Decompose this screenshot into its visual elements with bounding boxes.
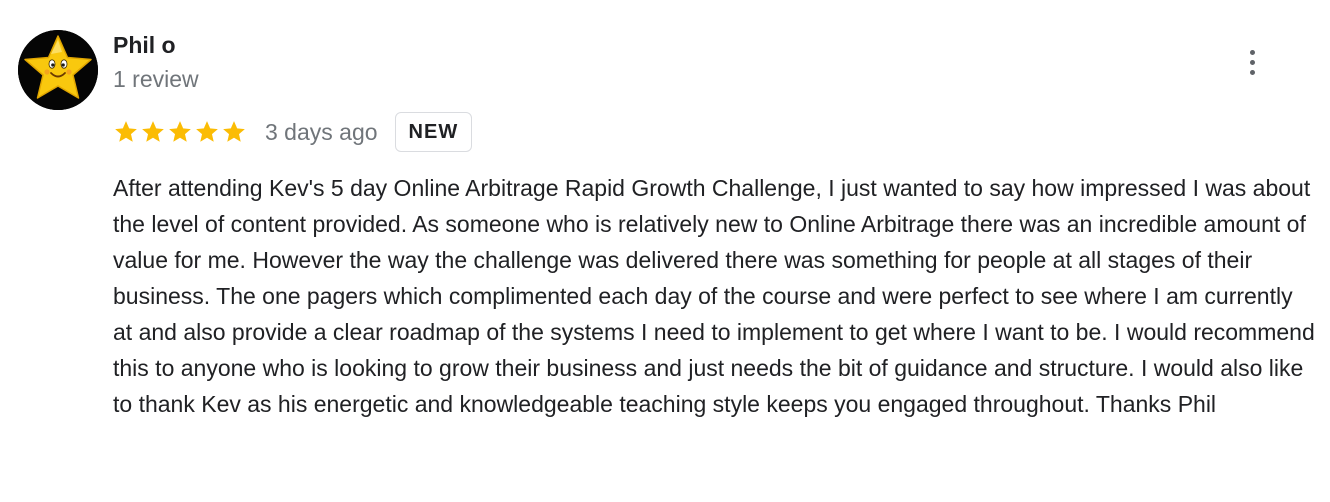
review-date: 3 days ago <box>265 119 378 145</box>
star-cartoon-icon <box>18 30 98 110</box>
avatar[interactable] <box>18 30 98 110</box>
more-vert-icon <box>1249 49 1255 55</box>
star-icon <box>142 121 164 142</box>
reviewer-name[interactable]: Phil o <box>113 30 176 60</box>
review-card: Phil o 1 review 3 days ago NEW After att… <box>0 0 1330 502</box>
new-badge: NEW <box>394 112 473 152</box>
review-text: After attending Kev's 5 day Online Arbit… <box>113 175 1315 417</box>
star-rating <box>113 119 247 145</box>
review-count[interactable]: 1 review <box>113 64 199 94</box>
star-icon <box>169 121 191 142</box>
star-icon <box>115 121 137 142</box>
star-icon <box>223 121 245 142</box>
rating-row: 3 days ago NEW <box>113 111 473 153</box>
star-icon <box>196 121 218 142</box>
more-options-button[interactable] <box>1234 40 1270 84</box>
